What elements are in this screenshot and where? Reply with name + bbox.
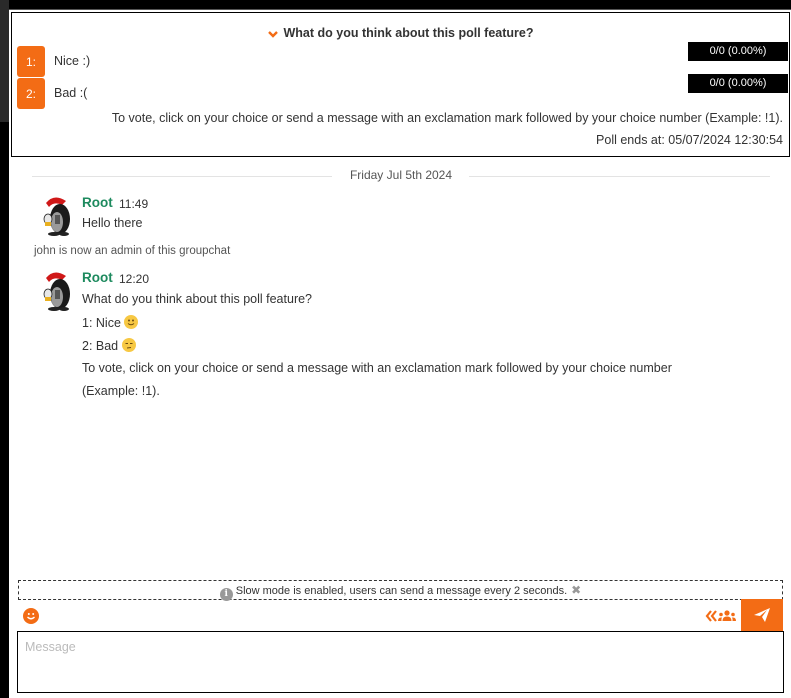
top-bar <box>9 0 791 10</box>
unamused-face-icon <box>121 338 136 352</box>
occupants-toggle-button[interactable] <box>705 607 737 625</box>
poll-choice-result: 0/0 (0.00%) <box>688 42 788 61</box>
poll-title[interactable]: What do you think about this poll featur… <box>12 26 789 41</box>
paper-plane-icon <box>754 608 770 622</box>
separator-line <box>469 176 770 177</box>
avatar[interactable] <box>40 195 74 237</box>
avatar[interactable] <box>40 270 74 312</box>
message-text-line: 2: Bad <box>82 338 136 353</box>
poll-choice-number[interactable]: 1: <box>17 46 45 77</box>
poll-question: What do you think about this poll featur… <box>283 26 534 40</box>
message-text: To vote, click on your choice or send a … <box>82 361 672 375</box>
date-separator: Friday Jul 5th 2024 <box>32 168 770 184</box>
message-text: What do you think about this poll featur… <box>82 292 313 306</box>
system-message: john is now an admin of this groupchat <box>34 245 231 257</box>
message-text: Hello there <box>82 216 143 230</box>
send-button[interactable] <box>741 599 783 631</box>
poll-choice-2[interactable]: 2: Bad :( 0/0 (0.00%) <box>17 74 788 109</box>
poll-choice-1[interactable]: 1: Nice :) 0/0 (0.00%) <box>17 42 788 77</box>
poll-choice-label[interactable]: Bad :( <box>54 86 87 100</box>
slow-mode-text: Slow mode is enabled, users can send a m… <box>235 585 568 597</box>
info-icon: i <box>219 588 233 601</box>
poll-box: What do you think about this poll featur… <box>11 12 790 157</box>
slow-mode-banner: i Slow mode is enabled, users can send a … <box>18 580 783 601</box>
message-text-line: 1: Nice <box>82 315 139 330</box>
message-author[interactable]: Root <box>82 270 113 285</box>
poll-choice-number[interactable]: 2: <box>17 78 45 109</box>
message-time: 11:49 <box>119 197 149 211</box>
chevron-down-icon[interactable] <box>267 27 278 41</box>
smiley-icon <box>27 613 35 620</box>
message-input[interactable] <box>17 631 784 693</box>
poll-choice-result: 0/0 (0.00%) <box>688 74 788 93</box>
close-icon[interactable]: ✖ <box>571 583 581 597</box>
poll-choice-label[interactable]: Nice :) <box>54 54 90 68</box>
message-text: 2: Bad <box>82 339 119 353</box>
emoji-picker-button[interactable] <box>23 608 39 624</box>
slightly-smiling-face-icon <box>124 315 139 329</box>
left-sidebar-upper <box>0 0 9 122</box>
double-chevron-left-icon <box>705 610 717 622</box>
poll-instructions: To vote, click on your choice or send a … <box>111 111 783 125</box>
message-time: 12:20 <box>119 272 150 286</box>
poll-end-time: Poll ends at: 05/07/2024 12:30:54 <box>596 133 783 147</box>
left-sidebar-edge <box>0 0 9 698</box>
message-text: (Example: !1). <box>82 384 160 398</box>
date-separator-text: Friday Jul 5th 2024 <box>349 168 453 182</box>
message-author[interactable]: Root <box>82 195 113 210</box>
message-text: 1: Nice <box>82 316 121 330</box>
users-icon <box>718 610 736 621</box>
